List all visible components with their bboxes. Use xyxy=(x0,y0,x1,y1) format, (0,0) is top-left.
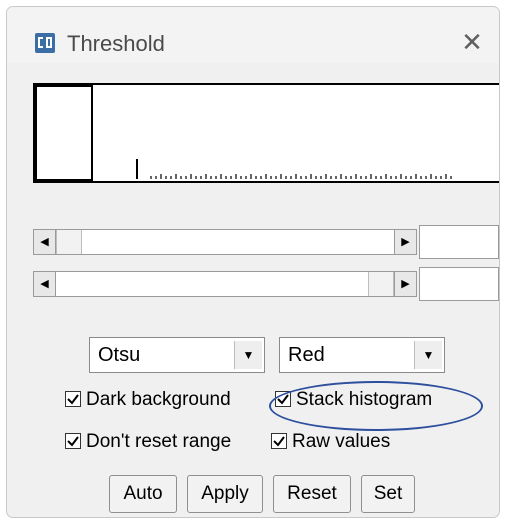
close-button[interactable]: ✕ xyxy=(455,25,489,59)
slider-right-arrow-icon[interactable]: ▶ xyxy=(394,272,416,296)
display-select[interactable]: Red ▼ xyxy=(279,337,445,373)
dark-background-checkbox[interactable]: Dark background xyxy=(65,389,231,411)
set-button[interactable]: Set xyxy=(361,475,415,513)
dont-reset-range-checkbox[interactable]: Don't reset range xyxy=(65,431,231,453)
raw-values-label: Raw values xyxy=(292,431,391,452)
histogram-panel xyxy=(33,83,499,183)
annotation-oval xyxy=(269,381,483,431)
threshold-dialog: Threshold ✕ ◀ ▶ ◀ ▶ Otsu ▼ Red ▼ Dark ba… xyxy=(6,6,500,518)
min-threshold-value-field[interactable] xyxy=(419,225,499,259)
auto-button[interactable]: Auto xyxy=(109,475,177,513)
min-threshold-slider-row: ◀ ▶ xyxy=(33,225,499,259)
slider-left-arrow-icon[interactable]: ◀ xyxy=(34,230,56,254)
raw-values-checkbox[interactable]: Raw values xyxy=(271,431,390,453)
method-select-value: Otsu xyxy=(98,344,141,366)
imagej-icon xyxy=(35,33,55,53)
title-bar[interactable]: Threshold ✕ xyxy=(7,7,499,63)
threshold-region-marker xyxy=(35,85,93,181)
checkbox-checked-icon[interactable] xyxy=(65,433,81,449)
slider-left-arrow-icon[interactable]: ◀ xyxy=(34,272,56,296)
chevron-down-icon[interactable]: ▼ xyxy=(234,341,262,369)
dont-reset-range-label: Don't reset range xyxy=(86,431,232,452)
method-select[interactable]: Otsu ▼ xyxy=(89,337,265,373)
histogram-plot xyxy=(35,85,452,181)
max-threshold-slider[interactable]: ◀ ▶ xyxy=(33,271,417,297)
apply-button[interactable]: Apply xyxy=(187,475,263,513)
window-title: Threshold xyxy=(67,31,165,56)
checkbox-checked-icon[interactable] xyxy=(271,433,287,449)
checkbox-checked-icon[interactable] xyxy=(65,391,81,407)
max-threshold-value-field[interactable] xyxy=(419,267,499,301)
slider-right-arrow-icon[interactable]: ▶ xyxy=(394,230,416,254)
reset-button[interactable]: Reset xyxy=(273,475,351,513)
histogram-bars xyxy=(150,174,452,179)
min-threshold-slider[interactable]: ◀ ▶ xyxy=(33,229,417,255)
slider-thumb[interactable] xyxy=(56,230,82,254)
chevron-down-icon[interactable]: ▼ xyxy=(414,341,442,369)
slider-thumb[interactable] xyxy=(368,272,394,296)
display-select-value: Red xyxy=(288,344,325,366)
dark-background-label: Dark background xyxy=(86,389,231,410)
max-threshold-slider-row: ◀ ▶ xyxy=(33,267,499,301)
